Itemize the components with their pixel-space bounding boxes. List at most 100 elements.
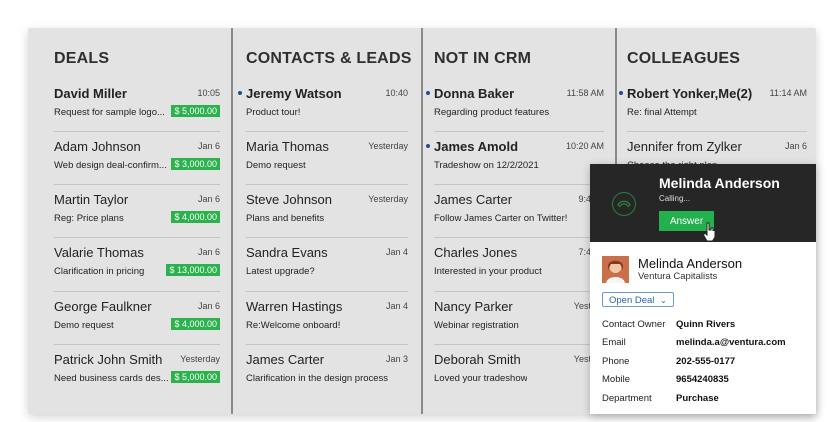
item-name: Jeremy Watson — [246, 86, 342, 101]
item-subject: Regarding product features — [434, 107, 550, 118]
item-subject: Tradeshow on 12/2/2021 — [434, 160, 539, 171]
item-name: Warren Hastings — [246, 299, 343, 314]
field-label: Email — [602, 337, 626, 348]
item-subject: Request for sample logo... — [54, 107, 165, 118]
colleagues-title: COLLEAGUES — [627, 50, 741, 67]
item-subject: Product tour! — [246, 107, 301, 118]
divider — [246, 237, 408, 238]
divider — [54, 344, 220, 345]
item-time: 11:58 AM — [566, 88, 604, 98]
list-item[interactable]: James Carter Jan 3 Clarification in the … — [246, 352, 408, 405]
divider — [434, 131, 604, 132]
deal-amount-badge: $ 5,000.00 — [171, 371, 220, 383]
divider — [434, 184, 604, 185]
field-value: Quinn Rivers — [676, 319, 736, 330]
phone-icon — [612, 192, 636, 216]
item-name: Donna Baker — [434, 86, 515, 101]
item-time: Jan 6 — [197, 247, 220, 257]
item-subject: Reg: Price plans — [54, 213, 124, 224]
field-value: Purchase — [676, 393, 719, 404]
not-in-crm-column: NOT IN CRM Donna Baker 11:58 AM Regardin… — [423, 28, 615, 414]
field-label: Department — [602, 393, 652, 404]
item-subject: Re: final Attempt — [627, 107, 697, 118]
divider — [54, 184, 220, 185]
item-time: 10:40 — [385, 88, 408, 98]
unread-dot — [619, 91, 623, 95]
contacts-leads-column: CONTACTS & LEADS Jeremy Watson 10:40 Pro… — [233, 28, 421, 414]
item-name: Deborah Smith — [434, 352, 521, 367]
item-subject: Latest upgrade? — [246, 266, 315, 277]
deal-amount-badge: $ 4,000.00 — [171, 211, 220, 223]
item-time: Jan 4 — [385, 301, 408, 311]
item-time: 10:20 AM — [565, 141, 604, 151]
item-subject: Webinar registration — [434, 320, 519, 331]
item-name: Valarie Thomas — [54, 245, 144, 260]
item-name: Martin Taylor — [54, 192, 129, 207]
list-item[interactable]: Patrick John Smith Yesterday Need busine… — [54, 352, 220, 405]
item-time: 11:14 AM — [769, 88, 807, 98]
deals-title: DEALS — [54, 50, 110, 67]
item-subject: Re:Welcome onboard! — [246, 320, 341, 331]
divider — [627, 131, 807, 132]
deal-amount-badge: $ 5,000.00 — [171, 105, 220, 117]
field-label: Mobile — [602, 374, 630, 385]
item-time: Jan 6 — [197, 301, 220, 311]
item-time: Jan 3 — [385, 354, 408, 364]
divider — [54, 237, 220, 238]
divider — [246, 344, 408, 345]
unread-dot — [426, 144, 430, 148]
not-in-crm-title: NOT IN CRM — [434, 50, 532, 67]
item-name: Maria Thomas — [246, 139, 329, 154]
item-subject: Loved your tradeshow — [434, 373, 528, 384]
contact-name: Melinda Anderson — [638, 256, 743, 271]
item-name: George Faulkner — [54, 299, 152, 314]
item-name: Robert Yonker,Me(2) — [627, 86, 753, 101]
item-name: David Miller — [54, 86, 127, 101]
hand-cursor-icon — [702, 222, 716, 242]
item-time: Yesterday — [180, 354, 220, 364]
field-value[interactable]: 202-555-0177 — [676, 356, 735, 367]
divider — [246, 291, 408, 292]
deal-amount-badge: $ 13,000.00 — [166, 264, 220, 276]
list-item[interactable]: Deborah Smith Yesterd Loved your tradesh… — [434, 352, 604, 405]
item-name: Adam Johnson — [54, 139, 141, 154]
item-name: Jennifer from Zylker — [627, 139, 742, 154]
divider — [246, 131, 408, 132]
field-value[interactable]: melinda.a@ventura.com — [676, 337, 786, 348]
unread-dot — [238, 91, 242, 95]
deal-amount-badge: $ 4,000.00 — [171, 318, 220, 330]
divider — [434, 344, 604, 345]
contacts-leads-title: CONTACTS & LEADS — [246, 50, 412, 67]
item-subject: Interested in your product — [434, 266, 542, 277]
item-time: Jan 6 — [784, 141, 807, 151]
field-label: Phone — [602, 356, 630, 367]
deals-column: DEALS David Miller 10:05 Request for sam… — [28, 28, 231, 414]
item-time: Yesterday — [368, 141, 408, 151]
item-time: 10:05 — [197, 88, 220, 98]
item-time: Yesterday — [368, 194, 408, 204]
divider — [54, 291, 220, 292]
field-label: Contact Owner — [602, 319, 666, 330]
item-time: Jan 4 — [385, 247, 408, 257]
contact-company: Ventura Capitalists — [638, 271, 718, 282]
divider — [434, 291, 604, 292]
item-subject: Clarification in the design process — [246, 373, 389, 384]
item-subject: Clarification in pricing — [54, 266, 145, 277]
item-subject: Web design deal-confirm... — [54, 160, 167, 171]
divider — [54, 131, 220, 132]
open-deal-label: Open Deal — [609, 295, 655, 306]
deal-amount-badge: $ 3,000.00 — [171, 158, 220, 170]
item-subject: Follow James Carter on Twitter! — [434, 213, 568, 224]
item-name: James Carter — [434, 192, 513, 207]
chevron-down-icon: ⌄ — [660, 296, 667, 305]
call-status: Calling... — [659, 194, 691, 203]
item-name: Nancy Parker — [434, 299, 513, 314]
item-name: Sandra Evans — [246, 245, 328, 260]
avatar — [602, 256, 629, 283]
item-name: Steve Johnson — [246, 192, 333, 207]
open-deal-dropdown[interactable]: Open Deal ⌄ — [602, 292, 674, 307]
field-value[interactable]: 9654240835 — [676, 374, 729, 385]
divider — [434, 237, 604, 238]
item-time: Jan 6 — [197, 141, 220, 151]
item-subject: Demo request — [54, 320, 114, 331]
